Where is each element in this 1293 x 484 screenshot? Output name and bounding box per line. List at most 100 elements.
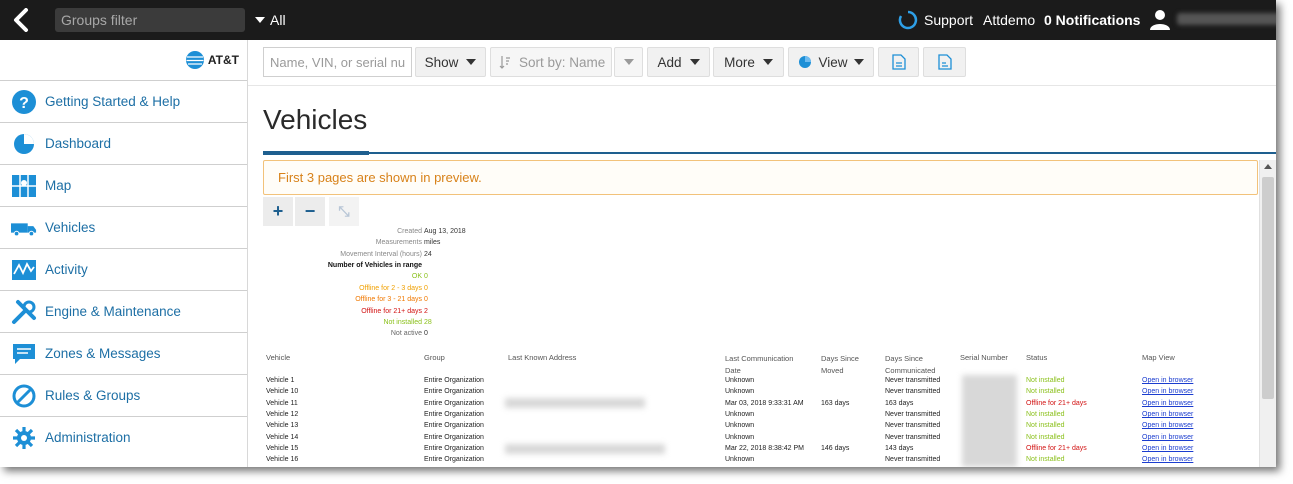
sort-button[interactable]: Sort by: Name — [490, 47, 612, 77]
cell-group: Entire Organization — [424, 422, 484, 429]
cell-communicated: 143 days — [885, 445, 914, 452]
user-email-redacted — [1177, 13, 1276, 25]
report-value-measurements: miles — [424, 239, 441, 246]
brand-logo: AT&T — [0, 40, 247, 80]
notifications-link[interactable]: 0 Notifications — [1044, 12, 1140, 28]
att-globe-icon — [185, 51, 204, 69]
sidebar-item-getting-started[interactable]: ? Getting Started & Help — [0, 80, 247, 122]
sidebar-item-label: Dashboard — [45, 136, 112, 151]
zoom-out-button[interactable]: − — [295, 197, 325, 226]
sidebar-item-label: Rules & Groups — [45, 388, 141, 403]
open-in-browser-link[interactable]: Open in browser — [1142, 422, 1193, 429]
plus-icon: + — [272, 201, 284, 221]
sidebar-item-vehicles[interactable]: Vehicles — [0, 206, 247, 248]
more-button[interactable]: More — [713, 47, 784, 77]
sidebar-item-rules-groups[interactable]: Rules & Groups — [0, 374, 247, 416]
cell-status: Not installed — [1026, 434, 1065, 441]
dashboard-icon — [11, 131, 37, 157]
sidebar-item-map[interactable]: Map — [0, 164, 247, 206]
add-button[interactable]: Add — [647, 47, 710, 77]
sidebar-item-dashboard[interactable]: Dashboard — [0, 122, 247, 164]
report-label-measurements: Measurements — [375, 239, 422, 246]
cell-status: Offline for 21+ days — [1026, 400, 1087, 407]
vehicle-search-input[interactable] — [263, 47, 412, 77]
account-name[interactable]: Attdemo — [983, 12, 1035, 28]
view-label: View — [818, 54, 848, 70]
open-in-browser-link[interactable]: Open in browser — [1142, 377, 1193, 384]
cell-group: Entire Organization — [424, 411, 484, 418]
cell-communicated: Never transmitted — [885, 388, 941, 395]
column-header-days-communicated: Days Since Communicated — [885, 354, 936, 375]
help-icon: ? — [11, 89, 37, 115]
sidebar-item-label: Engine & Maintenance — [45, 304, 181, 319]
report-label-offline-2-3: Offline for 2 - 3 days — [359, 285, 422, 292]
cell-date: Unknown — [725, 434, 755, 441]
activity-icon — [11, 257, 37, 283]
sidebar-item-label: Getting Started & Help — [45, 94, 181, 109]
cell-vehicle: Vehicle 12 — [266, 411, 299, 418]
truck-icon — [11, 215, 37, 241]
scroll-up-arrow-icon[interactable] — [1264, 164, 1272, 169]
back-button[interactable] — [6, 6, 36, 34]
groups-filter-input[interactable] — [55, 8, 245, 32]
cell-communicated: Never transmitted — [885, 434, 941, 441]
cell-date: Unknown — [725, 411, 755, 418]
column-header-address: Last Known Address — [508, 353, 577, 362]
address-redacted-1 — [505, 398, 645, 408]
sidebar-item-engine-maintenance[interactable]: Engine & Maintenance — [0, 290, 247, 332]
sidebar-item-activity[interactable]: Activity — [0, 248, 247, 290]
open-in-browser-link[interactable]: Open in browser — [1142, 434, 1193, 441]
minus-icon: − — [304, 201, 316, 221]
sidebar-item-zones-messages[interactable]: Zones & Messages — [0, 332, 247, 374]
caret-down-icon — [255, 17, 265, 23]
zoom-in-button[interactable]: + — [263, 197, 293, 226]
cell-vehicle: Vehicle 15 — [266, 445, 299, 452]
sidebar-item-label: Vehicles — [45, 220, 96, 235]
cell-communicated: Never transmitted — [885, 422, 941, 429]
show-button[interactable]: Show — [415, 47, 486, 77]
support-link[interactable]: Support — [898, 10, 973, 30]
wrench-icon — [11, 299, 37, 325]
fit-to-page-button[interactable]: ⤡ — [329, 197, 359, 226]
export-pdf-button[interactable] — [923, 47, 966, 77]
caret-down-icon — [466, 59, 477, 65]
cell-date: Mar 03, 2018 9:33:31 AM — [725, 400, 804, 407]
sidebar-item-label: Activity — [45, 262, 88, 277]
scroll-thumb[interactable] — [1262, 177, 1274, 399]
open-in-browser-link[interactable]: Open in browser — [1142, 456, 1193, 463]
preview-scrollbar[interactable] — [1259, 160, 1276, 467]
gear-icon — [11, 425, 37, 451]
cell-status: Not installed — [1026, 411, 1065, 418]
open-in-browser-link[interactable]: Open in browser — [1142, 445, 1193, 452]
sort-direction-button[interactable] — [614, 47, 643, 77]
cell-status: Not installed — [1026, 388, 1065, 395]
report-label-vehicles-in-range: Number of Vehicles in range — [327, 262, 422, 269]
export-excel-button[interactable] — [878, 47, 919, 77]
message-icon — [11, 341, 37, 367]
view-button[interactable]: View — [788, 47, 874, 77]
cell-date: Mar 22, 2018 8:38:42 PM — [725, 445, 804, 452]
sort-icon — [499, 56, 510, 69]
group-scope-dropdown[interactable]: All — [255, 12, 286, 28]
title-divider — [263, 152, 1276, 154]
column-header-vehicle: Vehicle — [266, 353, 291, 362]
cell-moved: 163 days — [821, 400, 850, 407]
cell-status: Not installed — [1026, 377, 1065, 384]
cell-vehicle: Vehicle 1 — [266, 377, 295, 384]
column-header-last-communication: Last Communication Date — [725, 354, 794, 375]
report-label-not-installed: Not installed — [383, 319, 422, 326]
open-in-browser-link[interactable]: Open in browser — [1142, 388, 1193, 395]
sidebar-item-administration[interactable]: Administration — [0, 416, 247, 458]
cell-date: Unknown — [725, 377, 755, 384]
cell-group: Entire Organization — [424, 388, 484, 395]
user-menu[interactable] — [1149, 8, 1276, 30]
column-header-status: Status — [1026, 353, 1048, 362]
open-in-browser-link[interactable]: Open in browser — [1142, 411, 1193, 418]
open-in-browser-link[interactable]: Open in browser — [1142, 400, 1193, 407]
cell-date: Unknown — [725, 388, 755, 395]
title-underline — [263, 151, 369, 155]
report-label-movement-interval: Movement Interval (hours) — [340, 251, 422, 258]
cell-communicated: Never transmitted — [885, 411, 941, 418]
app-window: All Support Attdemo 0 Notifications AT&T… — [0, 0, 1276, 467]
report-label-created: Created — [397, 228, 422, 235]
